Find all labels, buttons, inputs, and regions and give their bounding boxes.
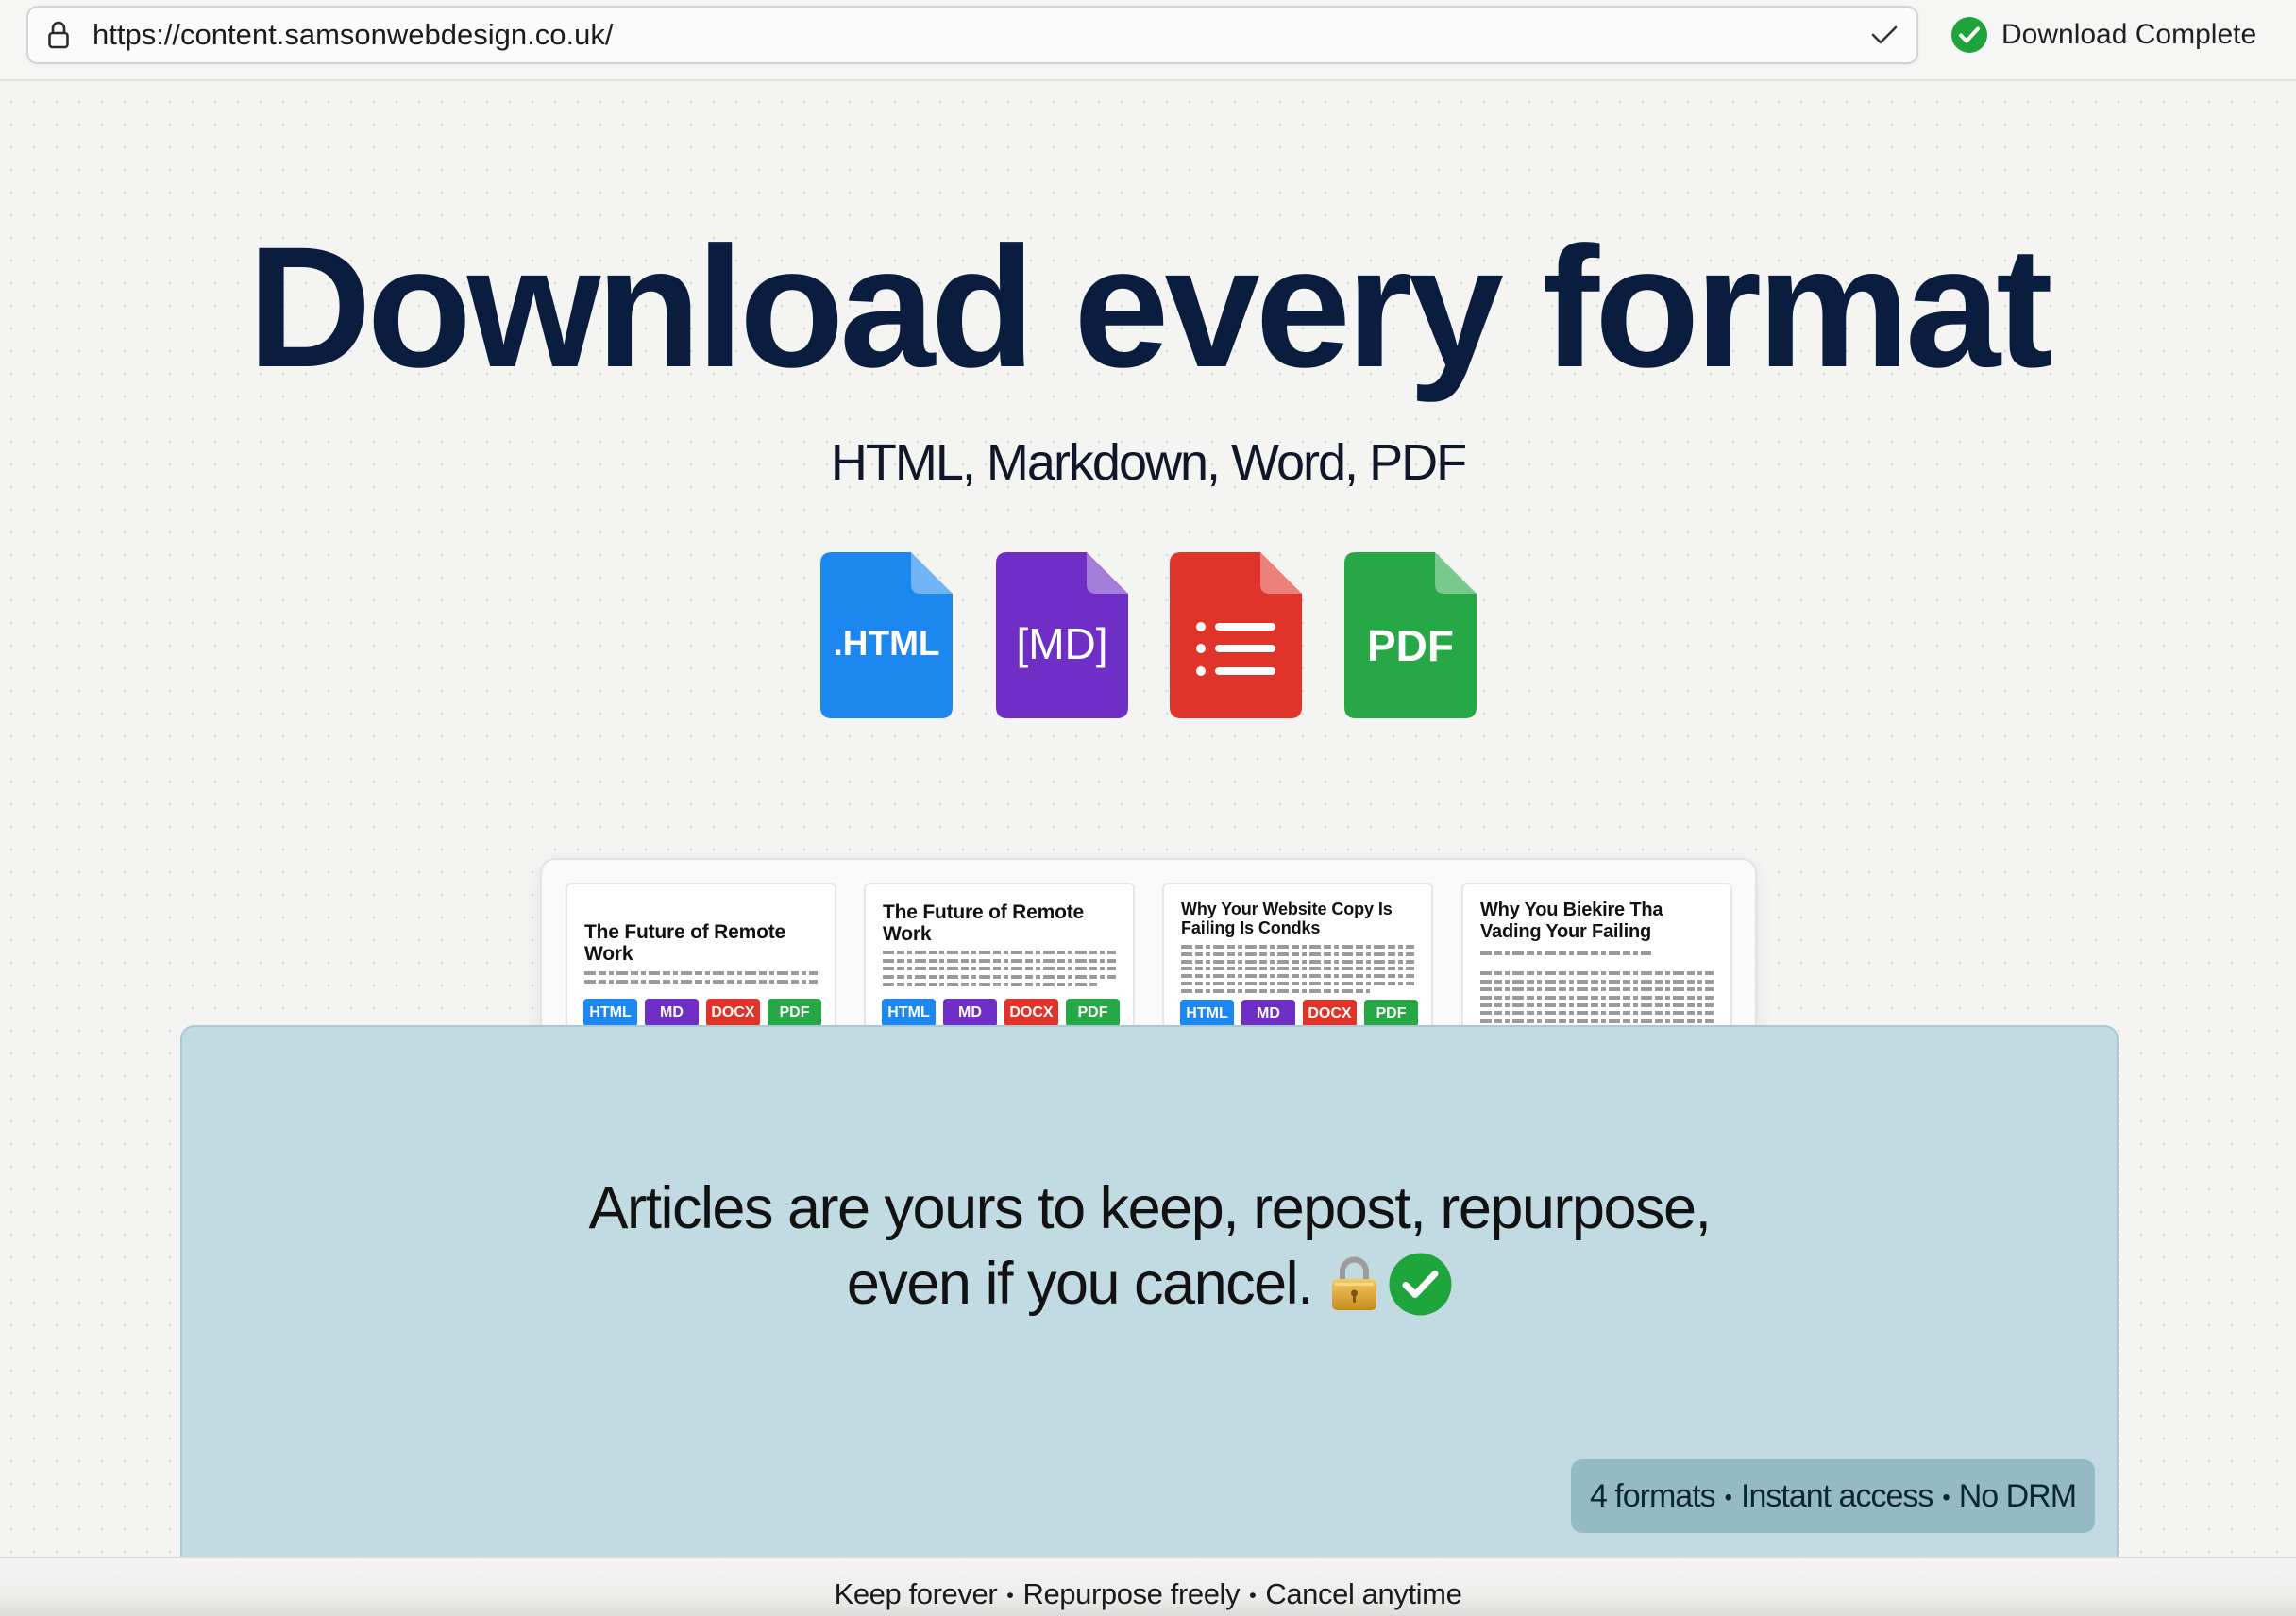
html-badge[interactable]: HTML	[882, 999, 936, 1027]
article-text-line	[1181, 974, 1414, 978]
article-text-line	[883, 975, 1116, 979]
pdf-badge[interactable]: PDF	[768, 999, 821, 1027]
check-icon[interactable]	[1871, 25, 1898, 45]
article-text-line	[1181, 952, 1414, 956]
word-file-icon[interactable]	[1170, 552, 1302, 718]
separator: •	[1249, 1583, 1257, 1607]
docx-badge[interactable]: DOCX	[1303, 1000, 1357, 1028]
summary-item: No DRM	[1958, 1478, 2077, 1514]
lock-icon	[1332, 1256, 1377, 1310]
article-text-line	[883, 959, 1116, 963]
docx-badge[interactable]: DOCX	[706, 999, 760, 1027]
download-status-text: Download Complete	[2001, 19, 2257, 50]
footer-item: Repurpose freely	[1022, 1577, 1241, 1610]
file-label: PDF	[1367, 621, 1454, 670]
ownership-line-2-text: even if you cancel.	[846, 1251, 1314, 1317]
article-title: Why You Biekire Tha Vading Your Failing	[1480, 900, 1663, 943]
article-title-line: Failing Is Condks	[1181, 918, 1321, 937]
footer-item: Cancel anytime	[1265, 1577, 1462, 1610]
article-text-line	[584, 980, 818, 984]
article-text-line	[1480, 951, 1651, 955]
article-title-line: Vading Your Failing	[1480, 921, 1652, 942]
file-label: .HTML	[833, 624, 940, 663]
format-badges: HTML MD DOCX PDF	[583, 999, 821, 1027]
html-badge[interactable]: HTML	[583, 999, 637, 1027]
article-text-line	[1181, 945, 1414, 949]
article-title-line: The Future of Remote	[883, 901, 1085, 923]
article-text-line	[1181, 982, 1414, 985]
format-badges: HTML MD DOCX PDF	[1180, 1000, 1418, 1028]
ownership-panel: Articles are yours to keep, repost, repu…	[180, 1025, 2119, 1616]
article-text-line	[1480, 971, 1714, 975]
article-text-line	[1480, 996, 1714, 1000]
article-text-line	[1181, 960, 1414, 964]
docx-badge[interactable]: DOCX	[1004, 999, 1058, 1027]
html-file-icon[interactable]: .HTML	[820, 552, 953, 718]
article-text-line	[883, 967, 1116, 970]
article-text-line	[1181, 967, 1414, 970]
article-text-line	[883, 983, 1100, 986]
separator: •	[1724, 1485, 1732, 1510]
article-title-line: Why Your Website Copy Is	[1181, 900, 1393, 918]
address-bar[interactable]: https://content.samsonwebdesign.co.uk/	[26, 6, 1918, 64]
article-title-line: Why You Biekire Tha	[1480, 900, 1663, 920]
article-text-line	[1480, 980, 1714, 984]
separator: •	[1942, 1485, 1950, 1510]
article-text-line	[584, 971, 818, 975]
format-badges: HTML MD DOCX PDF	[882, 999, 1120, 1027]
file-shape	[1170, 552, 1302, 718]
file-label: [MD]	[1016, 619, 1108, 668]
pdf-badge[interactable]: PDF	[1364, 1000, 1418, 1028]
check-circle-icon	[1951, 17, 1987, 53]
page-subtitle: HTML, Markdown, Word, PDF	[830, 434, 1467, 491]
article-title-line: The Future of Remote	[584, 921, 786, 943]
pdf-file-icon[interactable]: PDF	[1344, 552, 1477, 718]
page-title: Download every format	[247, 210, 2053, 403]
browser-toolbar: https://content.samsonwebdesign.co.uk/ D…	[0, 0, 2296, 81]
check-circle-icon	[1389, 1253, 1452, 1316]
summary-badge: 4 formats • Instant access • No DRM	[1571, 1459, 2095, 1533]
url-input[interactable]: https://content.samsonwebdesign.co.uk/	[93, 8, 613, 62]
separator: •	[1006, 1583, 1014, 1607]
ownership-message: Articles are yours to keep, repost, repu…	[182, 1170, 2117, 1321]
summary-item: 4 formats	[1589, 1478, 1716, 1514]
md-badge[interactable]: MD	[645, 999, 699, 1027]
article-title: The Future of Remote Work	[883, 901, 1084, 945]
html-badge[interactable]: HTML	[1180, 1000, 1234, 1028]
md-badge[interactable]: MD	[943, 999, 997, 1027]
pdf-badge[interactable]: PDF	[1066, 999, 1120, 1027]
article-text-line	[883, 951, 1116, 954]
article-text-line	[1480, 1003, 1714, 1007]
article-title-line: Work	[883, 923, 932, 945]
article-text-line	[1181, 989, 1370, 993]
summary-item: Instant access	[1741, 1478, 1933, 1514]
article-title-line: Work	[584, 943, 633, 965]
md-badge[interactable]: MD	[1241, 1000, 1295, 1028]
ownership-line-2: even if you cancel.	[182, 1246, 2117, 1321]
lock-icon	[48, 21, 69, 49]
footer-bar: Keep forever • Repurpose freely • Cancel any…	[0, 1557, 2296, 1616]
ownership-line-1: Articles are yours to keep, repost, repu…	[588, 1175, 1712, 1241]
article-title: The Future of Remote Work	[584, 921, 785, 965]
markdown-file-icon[interactable]: [MD]	[996, 552, 1128, 718]
article-title: Why Your Website Copy Is Failing Is Cond…	[1181, 900, 1393, 937]
article-text-line	[1480, 987, 1714, 991]
footer-item: Keep forever	[834, 1577, 998, 1610]
article-text-line	[1480, 1019, 1714, 1023]
article-text-line	[1480, 1011, 1714, 1015]
